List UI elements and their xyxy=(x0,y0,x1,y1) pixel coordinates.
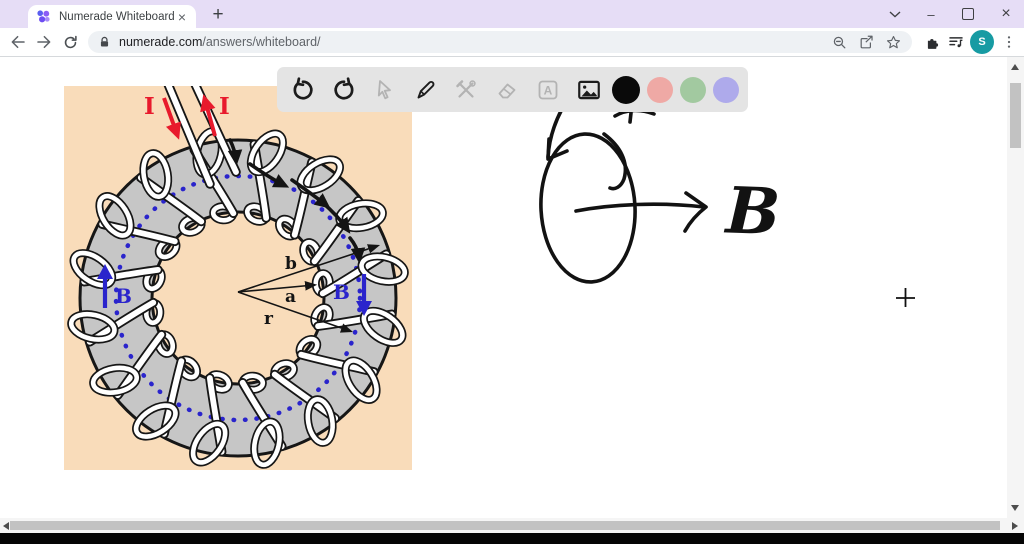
pen-tool-button[interactable] xyxy=(409,73,443,107)
new-tab-button[interactable]: + xyxy=(206,4,230,28)
pointer-tool-button[interactable] xyxy=(368,73,402,107)
text-tool-glyph: A xyxy=(544,83,553,97)
current-left-label: I xyxy=(144,93,155,120)
window-chevron-button[interactable] xyxy=(878,0,912,28)
color-swatch-black[interactable] xyxy=(612,75,641,104)
scroll-left-icon[interactable] xyxy=(3,522,9,530)
color-swatch-purple[interactable] xyxy=(712,76,739,103)
text-tool-button[interactable]: A xyxy=(531,73,565,107)
chevron-down-icon xyxy=(889,10,901,18)
redo-icon xyxy=(334,76,354,100)
reload-icon xyxy=(64,35,77,48)
puzzle-icon xyxy=(927,38,938,49)
url-domain: numerade.com xyxy=(119,35,203,49)
url-text: numerade.com/answers/whiteboard/ xyxy=(119,35,321,49)
horizontal-scroll-thumb[interactable] xyxy=(10,521,1000,530)
tab-close-icon[interactable]: × xyxy=(176,10,188,24)
browser-titlebar: Numerade Whiteboard × + – × xyxy=(0,0,1024,28)
field-left-label: B xyxy=(115,284,132,308)
profile-avatar[interactable]: S xyxy=(970,30,994,54)
drawing-crosshair-cursor xyxy=(896,288,915,307)
back-button[interactable] xyxy=(6,30,30,54)
forward-arrow-icon xyxy=(37,35,51,49)
browser-tab[interactable]: Numerade Whiteboard × xyxy=(28,5,196,28)
toroid-figure-image: I I b a r B B xyxy=(64,86,412,470)
share-icon[interactable] xyxy=(858,34,875,51)
sketch-field-arrow xyxy=(574,191,708,233)
numerade-favicon xyxy=(37,10,50,23)
image-icon xyxy=(577,80,600,99)
vertical-scroll-thumb[interactable] xyxy=(1010,83,1021,148)
field-right-label: B xyxy=(333,280,350,304)
scroll-down-icon[interactable] xyxy=(1011,505,1019,511)
address-bar[interactable]: numerade.com/answers/whiteboard/ xyxy=(88,31,912,53)
playlist-music-icon xyxy=(949,37,963,48)
vertical-scrollbar[interactable] xyxy=(1007,57,1024,518)
radius-r-label: r xyxy=(264,309,274,329)
color-swatch-green[interactable] xyxy=(679,76,706,103)
tools-button[interactable] xyxy=(449,73,483,107)
scroll-up-icon[interactable] xyxy=(1011,64,1019,70)
text-tool-icon: A xyxy=(538,80,558,99)
crossed-tools-icon xyxy=(456,79,477,98)
horizontal-scrollbar[interactable] xyxy=(0,518,1024,533)
back-arrow-icon xyxy=(11,35,25,49)
eraser-tool-button[interactable] xyxy=(490,73,524,107)
image-tool-button[interactable] xyxy=(572,73,606,107)
undo-button[interactable] xyxy=(286,73,320,107)
extensions-button[interactable] xyxy=(920,30,944,54)
current-right-label: I xyxy=(219,93,230,120)
undo-icon xyxy=(293,76,313,100)
zoom-icon[interactable] xyxy=(831,34,848,51)
sketch-loop-drawing xyxy=(539,102,656,284)
redo-button[interactable] xyxy=(327,73,361,107)
radius-a-label: a xyxy=(285,287,296,307)
close-window-button[interactable]: × xyxy=(989,0,1023,28)
sketch-field-label: B xyxy=(723,173,782,250)
lock-icon[interactable] xyxy=(98,35,111,49)
minimize-button[interactable]: – xyxy=(914,0,948,28)
url-path: /answers/whiteboard/ xyxy=(202,35,321,49)
bookmark-star-icon[interactable] xyxy=(885,34,902,51)
reload-button[interactable] xyxy=(58,30,82,54)
pen-icon xyxy=(417,80,434,98)
media-controls-button[interactable] xyxy=(944,30,968,54)
kebab-icon xyxy=(1007,36,1011,48)
bottom-black-bar xyxy=(0,533,1024,544)
tab-title: Numerade Whiteboard xyxy=(59,10,175,23)
color-swatch-red[interactable] xyxy=(647,76,674,103)
whiteboard-toolbar: A xyxy=(277,67,748,112)
maximize-button[interactable] xyxy=(951,0,985,28)
maximize-icon xyxy=(962,8,974,20)
eraser-icon xyxy=(498,83,516,98)
cursor-icon xyxy=(377,79,391,99)
menu-kebab-button[interactable] xyxy=(997,30,1021,54)
radius-b-label: b xyxy=(285,254,297,274)
scroll-right-icon[interactable] xyxy=(1012,522,1018,530)
forward-button[interactable] xyxy=(32,30,56,54)
